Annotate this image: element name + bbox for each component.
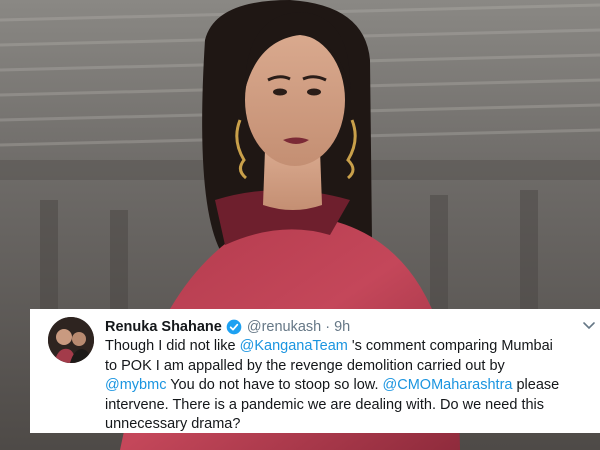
tweet-text-segment: 's comment comparing Mumbai — [347, 338, 553, 354]
user-handle[interactable]: @renukash — [247, 319, 321, 335]
tweet-timestamp[interactable]: 9h — [334, 319, 350, 335]
tweet-text-segment: please — [512, 377, 560, 393]
tweet-text-line: @mybmc You do not have to stoop so low. … — [105, 376, 597, 396]
tweet-text: Though I did not like @KanganaTeam 's co… — [105, 337, 597, 435]
avatar-image — [48, 317, 94, 363]
verified-badge-icon — [226, 319, 242, 335]
tweet-text-line: unnecessary drama? — [105, 415, 597, 435]
tweet-text-segment: intervene. There is a pandemic we are de… — [105, 396, 545, 413]
tweet-text-segment: Though I did not like — [105, 338, 240, 354]
tweet-text-segment: You do not have to stoop so low. — [166, 377, 383, 393]
header-separator: · — [325, 319, 331, 335]
tweet-text-line: Though I did not like @KanganaTeam 's co… — [105, 337, 597, 357]
tweet-text-segment: unnecessary drama? — [105, 416, 241, 432]
display-name[interactable]: Renuka Shahane — [105, 319, 222, 335]
chevron-down-icon[interactable] — [582, 321, 596, 331]
tweet-text-line: to POK I am appalled by the revenge demo… — [105, 357, 597, 377]
screenshot-canvas: Renuka Shahane @renukash · 9h Though I d… — [0, 0, 600, 450]
tweet-text-segment: to POK I am appalled by the revenge demo… — [105, 357, 505, 374]
mention-link[interactable]: @CMOMaharashtra — [383, 377, 513, 393]
profile-avatar[interactable] — [48, 317, 94, 363]
mention-link[interactable]: @mybmc — [105, 377, 166, 393]
mention-link[interactable]: @KanganaTeam — [240, 338, 348, 354]
tweet-header: Renuka Shahane @renukash · 9h — [105, 317, 350, 337]
tweet-card[interactable]: Renuka Shahane @renukash · 9h Though I d… — [30, 309, 600, 433]
tweet-text-line: intervene. There is a pandemic we are de… — [105, 396, 597, 416]
